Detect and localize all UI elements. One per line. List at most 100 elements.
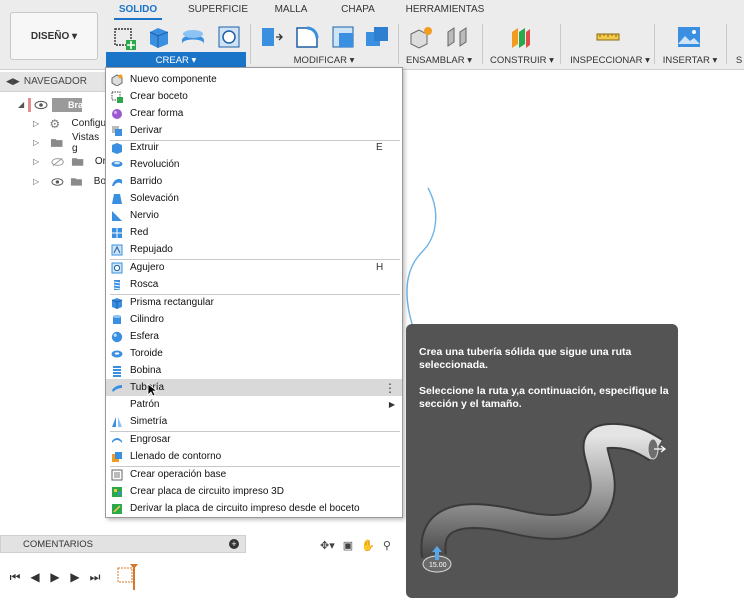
- menu-item-loft[interactable]: Solevación: [106, 190, 402, 207]
- expand-icon[interactable]: ▷: [33, 177, 42, 186]
- menu-item-base-feature[interactable]: Crear operación base: [106, 466, 402, 483]
- extrude-icon[interactable]: [146, 24, 172, 50]
- menu-item-create-sketch[interactable]: Crear boceto: [106, 88, 402, 105]
- web-icon: [112, 227, 122, 238]
- expand-icon[interactable]: ▷: [33, 157, 42, 166]
- new-component-icon[interactable]: [408, 24, 434, 50]
- menu-item-extrude[interactable]: Extruir E: [106, 139, 402, 156]
- view-icon[interactable]: ▣: [343, 539, 353, 552]
- pipe-tooltip: Crea una tubería sólida que sigue una ru…: [406, 324, 678, 598]
- timeline-sketch-feature-icon[interactable]: [116, 564, 140, 590]
- fillet-icon[interactable]: [294, 24, 320, 50]
- toolbar: DISEÑO ▾ SOLIDO SUPERFICIE MALLA CHAPA H…: [0, 0, 744, 70]
- timeline-play-icon[interactable]: ▶: [48, 570, 62, 584]
- comments-panel[interactable]: COMENTARIOS +: [0, 535, 246, 553]
- pipe-icon: [112, 384, 122, 392]
- tab-malla[interactable]: MALLA: [272, 4, 310, 20]
- nav-item-views[interactable]: ▷ Vistas g: [0, 132, 106, 154]
- timeline-previous-icon[interactable]: ◀: [28, 570, 42, 584]
- eye-hidden-icon[interactable]: [51, 157, 65, 167]
- eye-icon[interactable]: [34, 100, 48, 110]
- menu-item-boundary-fill[interactable]: Llenado de contorno: [106, 448, 402, 465]
- base-feature-icon: [111, 469, 123, 480]
- insert-menu-button[interactable]: INSERTAR ▾: [662, 52, 718, 68]
- pan-hand-icon[interactable]: ✋: [361, 539, 375, 552]
- modify-menu-button[interactable]: MODIFICAR ▾: [268, 52, 380, 68]
- design-workspace-button[interactable]: DISEÑO ▾: [10, 12, 98, 60]
- create-dropdown-menu: Nuevo componente Crear boceto Crear form…: [105, 67, 403, 518]
- boundary-fill-icon: [112, 451, 122, 462]
- tab-solido[interactable]: SOLIDO: [114, 4, 162, 20]
- pcb-derive-icon: [112, 503, 122, 514]
- zoom-icon[interactable]: ⚲: [383, 539, 391, 552]
- menu-item-3d-pcb[interactable]: Crear placa de circuito impreso 3D: [106, 483, 402, 500]
- menu-item-mirror[interactable]: Simetría: [106, 413, 402, 430]
- eye-icon[interactable]: [51, 177, 64, 187]
- shell-icon[interactable]: [330, 24, 356, 50]
- menu-item-derive-pcb[interactable]: Derivar la placa de circuito impreso des…: [106, 500, 402, 517]
- pcb-3d-icon: [112, 486, 122, 497]
- navigator-header[interactable]: ◀▶ NAVEGADOR: [0, 72, 106, 92]
- create-sketch-icon[interactable]: [112, 24, 138, 50]
- timeline-bar: [0, 558, 744, 598]
- rib-icon: [112, 210, 122, 221]
- expand-icon[interactable]: ◢: [18, 100, 28, 109]
- coil-icon: [113, 365, 121, 377]
- combine-icon[interactable]: [364, 24, 390, 50]
- joint-icon[interactable]: [444, 24, 470, 50]
- select-menu-button[interactable]: S: [734, 52, 744, 68]
- menu-item-hole[interactable]: Agujero H: [106, 259, 402, 276]
- menu-item-revolve[interactable]: Revolución: [106, 156, 402, 173]
- more-options-icon[interactable]: ⋮: [384, 381, 396, 395]
- orbit-icon[interactable]: ✥▾: [320, 539, 335, 552]
- nav-item-label: Braz: [52, 97, 88, 112]
- tab-chapa[interactable]: CHAPA: [338, 4, 378, 20]
- offset-plane-icon[interactable]: [508, 24, 534, 50]
- nav-item-config[interactable]: ▷ ⚙ Configu: [0, 114, 106, 133]
- menu-item-torus[interactable]: Toroide: [106, 345, 402, 362]
- menu-item-sphere[interactable]: Esfera: [106, 328, 402, 345]
- create-menu-button[interactable]: CREAR ▾: [106, 52, 246, 68]
- construct-menu-button[interactable]: CONSTRUIR ▾: [490, 52, 554, 68]
- timeline-last-icon[interactable]: ⏭: [88, 570, 102, 584]
- menu-item-sweep[interactable]: Barrido: [106, 173, 402, 190]
- menu-item-new-component[interactable]: Nuevo componente: [106, 71, 402, 88]
- press-pull-icon[interactable]: [258, 24, 284, 50]
- insert-image-icon[interactable]: [676, 24, 702, 50]
- add-comment-icon[interactable]: +: [229, 539, 239, 549]
- menu-item-web[interactable]: Red: [106, 224, 402, 241]
- folder-icon: [71, 158, 83, 166]
- menu-item-cylinder[interactable]: Cilindro: [106, 311, 402, 328]
- thread-icon: [113, 279, 121, 290]
- nav-item-origin[interactable]: ▷ Or: [0, 152, 106, 171]
- measure-icon[interactable]: [595, 24, 621, 50]
- menu-item-derive[interactable]: Derivar: [106, 122, 402, 139]
- sweep-icon: [112, 178, 122, 186]
- menu-item-create-form[interactable]: Crear forma: [106, 105, 402, 122]
- timeline-first-icon[interactable]: ⏮: [8, 570, 22, 584]
- menu-item-emboss[interactable]: Repujado: [106, 241, 402, 258]
- assemble-menu-button[interactable]: ENSAMBLAR ▾: [404, 52, 474, 68]
- nav-item-bodies[interactable]: ▷ Bo: [0, 172, 106, 191]
- revolve-icon[interactable]: [180, 24, 206, 50]
- submenu-arrow-icon: ▶: [388, 400, 395, 409]
- menu-item-pattern[interactable]: Patrón ▶: [106, 396, 402, 413]
- menu-item-coil[interactable]: Bobina: [106, 362, 402, 379]
- expand-icon[interactable]: ▷: [33, 138, 43, 147]
- menu-item-box[interactable]: Prisma rectangular: [106, 294, 402, 311]
- inspect-menu-button[interactable]: INSPECCIONAR ▾: [570, 52, 650, 68]
- expand-icon[interactable]: ▷: [33, 119, 42, 128]
- create-form-icon: [112, 108, 122, 119]
- tab-herramientas[interactable]: HERRAMIENTAS: [405, 4, 485, 20]
- tab-superficie[interactable]: SUPERFICIE: [188, 4, 248, 20]
- collapse-icon[interactable]: ◀▶: [6, 76, 20, 87]
- timeline-next-icon[interactable]: ▶: [68, 570, 82, 584]
- derive-icon: [112, 125, 122, 136]
- menu-item-thread[interactable]: Rosca: [106, 276, 402, 293]
- navigator-title: NAVEGADOR: [23, 76, 88, 87]
- hole-icon[interactable]: [216, 24, 242, 50]
- menu-item-thicken[interactable]: Engrosar: [106, 431, 402, 448]
- menu-item-rib[interactable]: Nervio: [106, 207, 402, 224]
- nav-item-root[interactable]: ◢ Braz: [0, 95, 106, 114]
- loft-icon: [112, 193, 122, 204]
